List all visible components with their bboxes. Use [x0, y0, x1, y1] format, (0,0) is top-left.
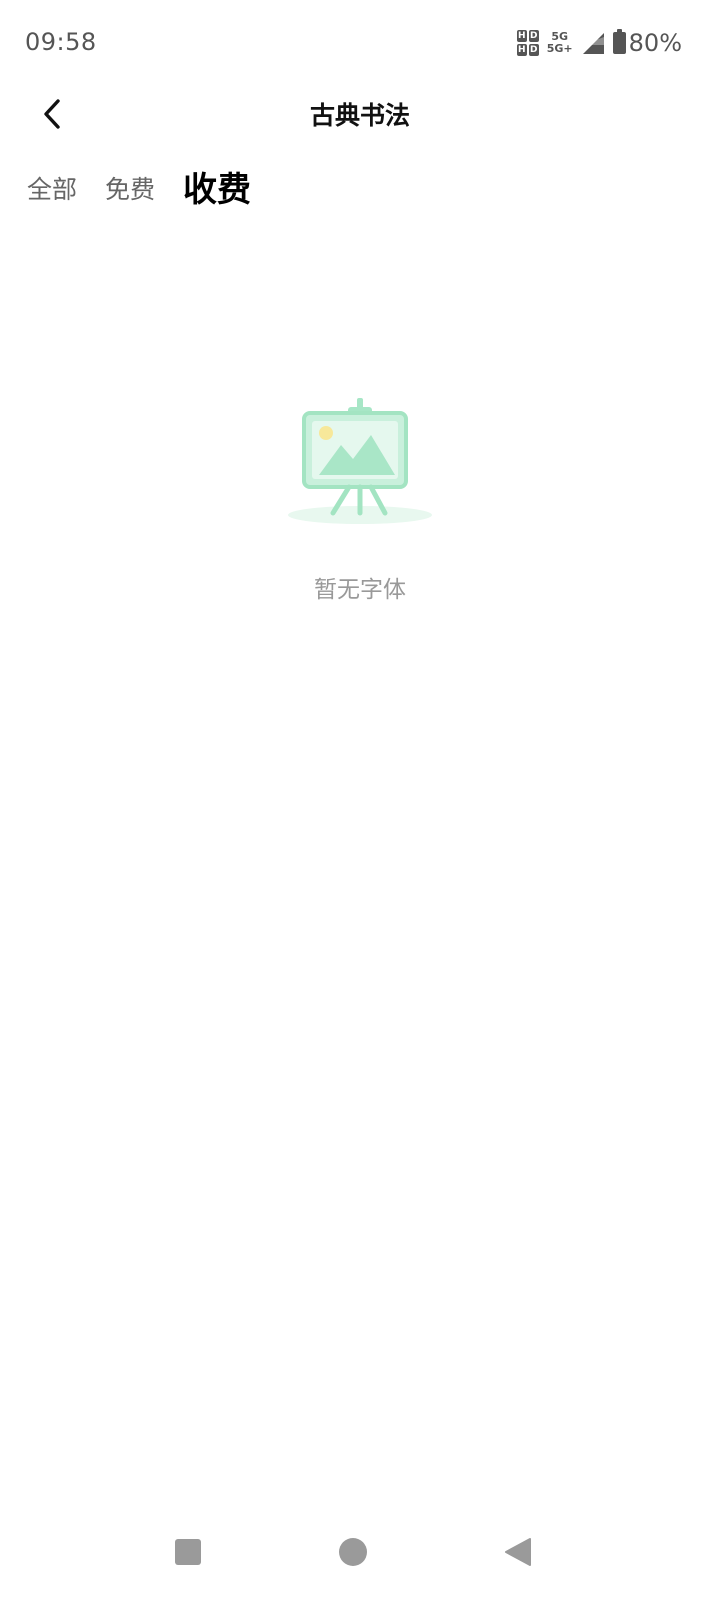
tab-free[interactable]: 免费	[105, 164, 155, 216]
status-bar: 09:58 HDHD 5G 5G+ 80%	[0, 0, 720, 86]
battery-icon	[612, 29, 626, 54]
battery-indicator: 80%	[612, 29, 682, 57]
square-icon	[175, 1539, 201, 1565]
tab-paid[interactable]: 收费	[183, 164, 251, 216]
hd-icon: HDHD	[516, 30, 539, 56]
battery-percent: 80%	[628, 29, 682, 57]
status-time: 09:58	[25, 28, 97, 56]
triangle-back-icon	[505, 1538, 531, 1566]
signal-icon	[582, 33, 604, 54]
network-type-label: 5G 5G+	[547, 31, 573, 55]
system-nav-bar	[0, 1508, 720, 1600]
easel-picture-icon	[288, 398, 432, 524]
tab-bar: 全部 免费 收费	[27, 164, 251, 216]
empty-state: 暂无字体	[0, 395, 720, 604]
system-back-button[interactable]	[496, 1530, 540, 1574]
header: 古典书法	[0, 86, 720, 142]
network-bottom-label: 5G+	[546, 42, 573, 55]
status-icons: HDHD 5G 5G+ 80%	[516, 26, 682, 60]
recent-apps-button[interactable]	[166, 1530, 210, 1574]
home-button[interactable]	[331, 1530, 375, 1574]
empty-message: 暂无字体	[314, 577, 406, 603]
circle-icon	[339, 1538, 367, 1566]
tab-all[interactable]: 全部	[27, 164, 77, 216]
page-title: 古典书法	[309, 101, 410, 130]
